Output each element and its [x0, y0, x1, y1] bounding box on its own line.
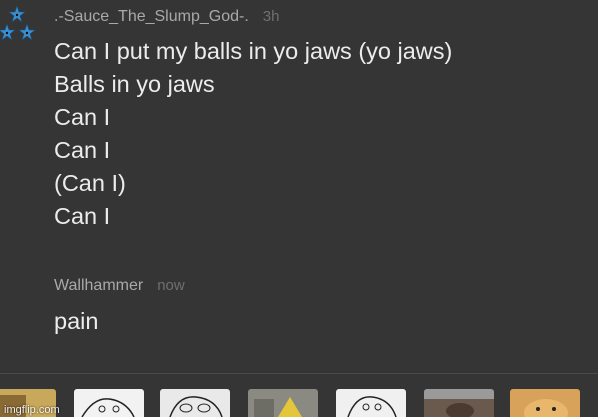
author-name[interactable]: Wallhammer — [54, 277, 143, 294]
comment-line: Balls in yo jaws — [54, 71, 215, 97]
comment-line: pain — [54, 308, 99, 334]
meme-thumb-5[interactable] — [336, 389, 406, 417]
triforce-stars-icon — [0, 5, 36, 41]
divider — [0, 373, 598, 374]
comment-body: pain — [54, 305, 98, 338]
watermark: imgflip.com — [4, 404, 60, 416]
meme-thumb-2[interactable] — [74, 389, 144, 417]
comment-body: Can I put my balls in yo jaws (yo jaws) … — [54, 35, 452, 233]
comment-line: Can I put my balls in yo jaws (yo jaws) — [54, 38, 453, 64]
timestamp[interactable]: now — [157, 277, 185, 294]
avatar[interactable] — [0, 4, 40, 44]
timestamp[interactable]: 3h — [263, 8, 280, 25]
comment-line: Can I — [54, 203, 111, 229]
meme-thumb-6[interactable] — [424, 389, 494, 417]
meme-thumb-7[interactable] — [510, 389, 580, 417]
comment-line: Can I — [54, 104, 111, 130]
meme-thumb-4[interactable] — [248, 389, 318, 417]
comment-header: .-Sauce_The_Slump_God-. 3h — [54, 8, 279, 26]
comment-line: Can I — [54, 137, 111, 163]
comment-line: (Can I) — [54, 170, 126, 196]
author-name[interactable]: .-Sauce_The_Slump_God-. — [54, 8, 249, 25]
comment-header: Wallhammer now — [54, 277, 185, 295]
meme-picker-bar: imgflip.com — [0, 389, 598, 417]
meme-thumb-3[interactable] — [160, 389, 230, 417]
